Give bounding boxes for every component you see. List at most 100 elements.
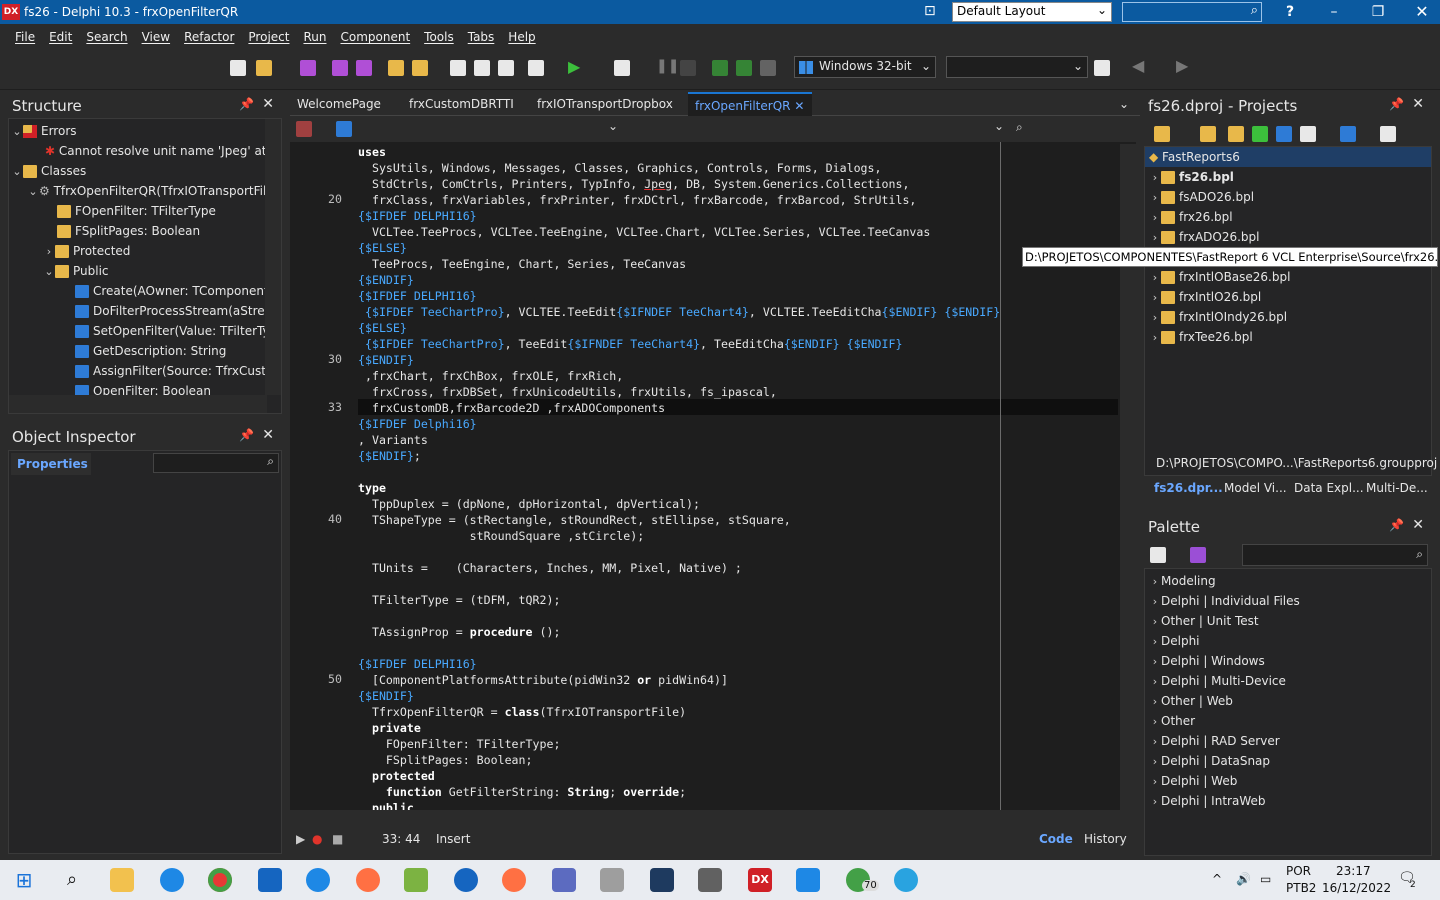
palette-category[interactable]: › Delphi | Windows bbox=[1149, 651, 1265, 671]
chevron-right-icon[interactable]: › bbox=[43, 242, 55, 262]
project-item[interactable]: › frx26.bpl bbox=[1149, 207, 1233, 227]
tree-node-classes[interactable]: ⌄ Classes bbox=[11, 161, 86, 181]
menu-edit[interactable]: Edit bbox=[49, 30, 72, 44]
chevron-right-icon[interactable]: › bbox=[1149, 168, 1161, 188]
chevron-right-icon[interactable]: › bbox=[1149, 328, 1161, 348]
palette-category[interactable]: › Delphi | Individual Files bbox=[1149, 591, 1300, 611]
structure-hscroll[interactable] bbox=[9, 395, 267, 413]
options-icon[interactable] bbox=[1300, 126, 1316, 142]
chevron-right-icon[interactable]: › bbox=[1149, 228, 1161, 248]
build-icon[interactable] bbox=[1276, 126, 1292, 142]
new-project-icon[interactable] bbox=[1154, 126, 1170, 142]
menu-tools[interactable]: Tools bbox=[424, 30, 454, 44]
menu-view[interactable]: View bbox=[142, 30, 170, 44]
tab-project[interactable]: fs26.dpr... bbox=[1154, 481, 1223, 495]
tab-code[interactable]: Code bbox=[1039, 832, 1073, 846]
project-item[interactable]: › frxTee26.bpl bbox=[1149, 327, 1253, 347]
menu-project[interactable]: Project bbox=[248, 30, 289, 44]
palette-category[interactable]: › Delphi | IntraWeb bbox=[1149, 791, 1266, 811]
editor-hscroll[interactable] bbox=[290, 810, 1120, 828]
tree-node-error[interactable]: ✱ Cannot resolve unit name 'Jpeg' at lin… bbox=[45, 141, 281, 161]
clock-date[interactable]: 16/12/2022 bbox=[1322, 881, 1391, 895]
structure-vscroll[interactable] bbox=[265, 119, 281, 395]
tree-node-method[interactable]: SetOpenFilter(Value: TFilterType) bbox=[75, 321, 281, 341]
tab-history[interactable]: History bbox=[1084, 832, 1127, 846]
tab-frxopenfilterqr[interactable]: frxOpenFilterQR ✕ bbox=[688, 92, 812, 116]
sync-icon[interactable] bbox=[1252, 126, 1268, 142]
vscode-icon[interactable] bbox=[796, 868, 820, 892]
menu-file[interactable]: File bbox=[15, 30, 35, 44]
search-icon[interactable]: ⌕ bbox=[1016, 120, 1032, 136]
view-form-icon[interactable] bbox=[474, 60, 490, 76]
app-icon[interactable] bbox=[454, 868, 478, 892]
tree-node-errors[interactable]: ⌄ Errors bbox=[11, 121, 77, 141]
language-code[interactable]: POR bbox=[1286, 864, 1311, 878]
record-macro-icon[interactable]: ● bbox=[312, 832, 322, 846]
components-icon[interactable] bbox=[296, 121, 312, 137]
palette-category[interactable]: › Other | Web bbox=[1149, 691, 1233, 711]
layout-select[interactable]: Default Layout ⌄ bbox=[952, 2, 1112, 22]
chevron-down-icon[interactable]: ⌄ bbox=[11, 162, 23, 182]
add-to-project-icon[interactable] bbox=[388, 60, 404, 76]
app-icon[interactable] bbox=[650, 868, 674, 892]
play-macro-icon[interactable]: ▶ bbox=[296, 832, 305, 846]
property-search-input[interactable]: ⌕ bbox=[153, 453, 279, 473]
chevron-right-icon[interactable]: › bbox=[1149, 268, 1161, 288]
add-icon[interactable] bbox=[1200, 126, 1216, 142]
minimize-button[interactable]: – bbox=[1312, 0, 1356, 24]
editor-vscroll[interactable] bbox=[1120, 144, 1136, 810]
configuration-select[interactable]: ⌄ bbox=[946, 56, 1088, 78]
close-icon[interactable]: ✕ bbox=[1412, 517, 1424, 533]
palette-category[interactable]: › Delphi | DataSnap bbox=[1149, 751, 1270, 771]
menu-run[interactable]: Run bbox=[303, 30, 326, 44]
menu-help[interactable]: Help bbox=[508, 30, 535, 44]
trace-into-icon[interactable] bbox=[712, 60, 728, 76]
code-editor[interactable]: 20 30 33 40 50 uses SysUtils, Windows, M… bbox=[290, 142, 1136, 810]
palette-category[interactable]: › Delphi bbox=[1149, 631, 1200, 651]
tab-multi-device[interactable]: Multi-De... bbox=[1366, 481, 1428, 495]
tab-welcomepage[interactable]: WelcomePage bbox=[290, 92, 388, 116]
project-item[interactable]: › frxIntlOBase26.bpl bbox=[1149, 267, 1290, 287]
chevron-down-icon[interactable]: ⌄ bbox=[43, 262, 55, 282]
methods-icon[interactable] bbox=[336, 121, 352, 137]
chevron-right-icon[interactable]: › bbox=[1149, 288, 1161, 308]
stop-icon[interactable] bbox=[680, 60, 696, 76]
remove-from-project-icon[interactable] bbox=[412, 60, 428, 76]
app-icon[interactable] bbox=[502, 868, 526, 892]
save-all-icon[interactable] bbox=[332, 60, 348, 76]
close-icon[interactable]: ✕ bbox=[262, 427, 274, 443]
palette-category[interactable]: › Other bbox=[1149, 711, 1195, 731]
open-icon[interactable] bbox=[256, 60, 272, 76]
platform-select[interactable]: Windows 32-bit ⌄ bbox=[794, 56, 936, 78]
close-button[interactable]: ✕ bbox=[1400, 0, 1440, 24]
firefox-icon[interactable] bbox=[356, 868, 380, 892]
save-icon[interactable] bbox=[300, 60, 316, 76]
palette-category[interactable]: › Delphi | Multi-Device bbox=[1149, 671, 1286, 691]
search-icon[interactable]: ⌕ bbox=[60, 868, 84, 892]
restore-button[interactable]: ❐ bbox=[1356, 0, 1400, 24]
run-icon[interactable]: ▶ bbox=[568, 57, 584, 76]
tab-data-explorer[interactable]: Data Expl... bbox=[1294, 481, 1364, 495]
project-group[interactable]: ◆ FastReports6 bbox=[1145, 147, 1431, 167]
sort-icon[interactable] bbox=[1340, 126, 1356, 142]
app-icon[interactable] bbox=[600, 868, 624, 892]
pin-icon[interactable]: 📌 bbox=[239, 428, 254, 442]
tree-node-field[interactable]: FOpenFilter: TFilterType bbox=[57, 201, 216, 221]
tree-node-method[interactable]: AssignFilter(Source: TfrxCustomI bbox=[75, 361, 281, 381]
project-item[interactable]: › fsADO26.bpl bbox=[1149, 187, 1254, 207]
step-over-icon[interactable] bbox=[736, 60, 752, 76]
project-item[interactable]: › frxIntlO26.bpl bbox=[1149, 287, 1261, 307]
close-icon[interactable]: ✕ bbox=[262, 96, 274, 112]
menu-refactor[interactable]: Refactor bbox=[184, 30, 234, 44]
chevron-down-icon[interactable]: ⌄ bbox=[994, 119, 1010, 135]
tab-properties[interactable]: Properties bbox=[11, 453, 91, 475]
app-icon[interactable] bbox=[698, 868, 722, 892]
tree-node-protected[interactable]: › Protected bbox=[43, 241, 130, 261]
tree-node-method[interactable]: Create(AOwner: TComponent) bbox=[75, 281, 273, 301]
network-icon[interactable]: ▭ bbox=[1260, 872, 1271, 886]
tree-node-field[interactable]: FSplitPages: Boolean bbox=[57, 221, 200, 241]
palette-search-input[interactable]: ⌕ bbox=[1242, 544, 1428, 566]
stop-macro-icon[interactable]: ■ bbox=[332, 832, 343, 846]
pause-icon[interactable]: ❚❚ bbox=[656, 58, 679, 74]
chevron-down-icon[interactable]: ⌄ bbox=[608, 119, 624, 135]
